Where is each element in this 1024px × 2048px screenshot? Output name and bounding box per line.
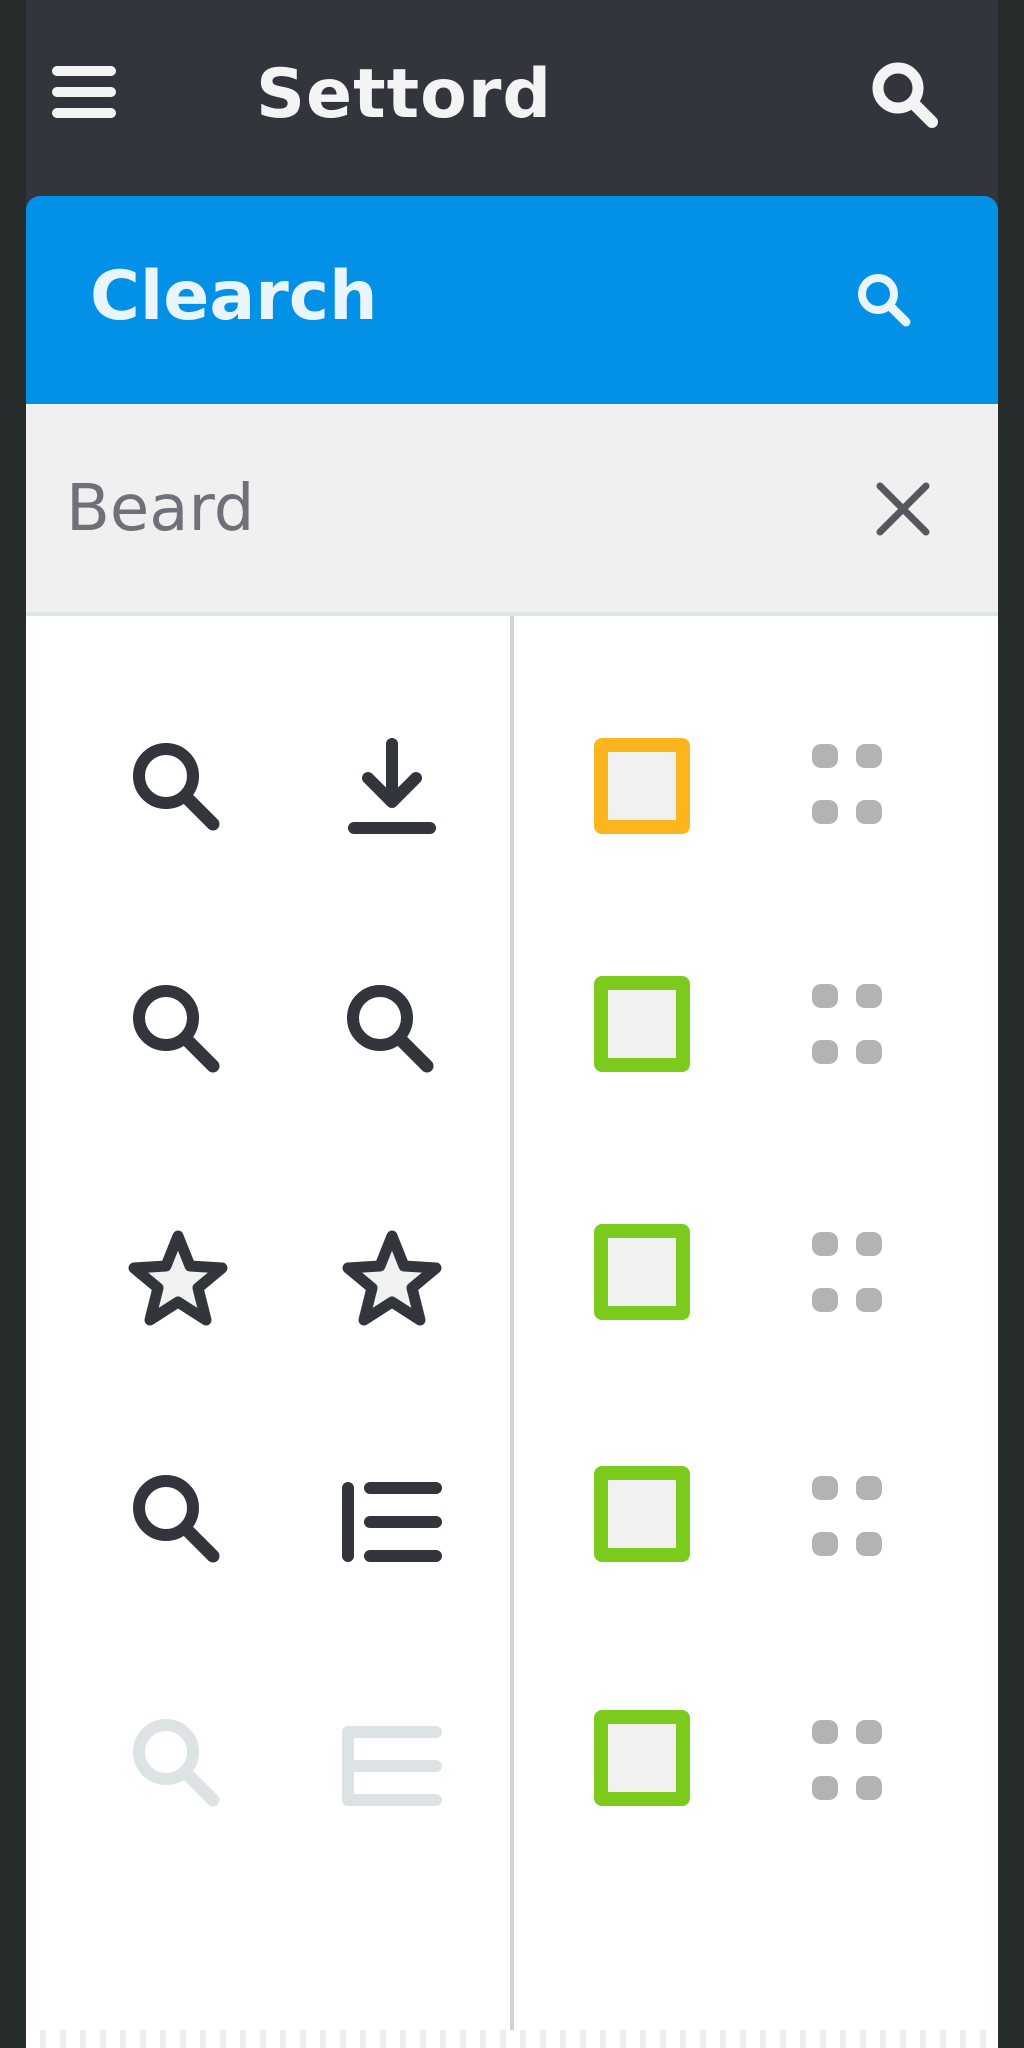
list-icon	[332, 1706, 452, 1826]
search-header: Clearch	[26, 196, 998, 404]
drag-handle-icon[interactable]	[812, 984, 892, 1064]
search-icon[interactable]	[118, 972, 238, 1092]
app-title: Settord	[256, 55, 553, 134]
search-icon[interactable]	[866, 56, 946, 136]
checkbox[interactable]	[594, 1224, 690, 1320]
close-icon[interactable]	[868, 474, 938, 544]
checkbox[interactable]	[594, 976, 690, 1072]
star-icon[interactable]	[118, 1222, 238, 1342]
menu-line	[52, 66, 116, 76]
search-icon[interactable]	[118, 1462, 238, 1582]
column-divider	[510, 616, 514, 2048]
search-icon	[118, 1706, 238, 1826]
icon-grid	[26, 616, 998, 2048]
drag-handle-icon[interactable]	[812, 1476, 892, 1556]
drag-handle-icon[interactable]	[812, 744, 892, 824]
hamburger-menu-icon[interactable]	[50, 62, 118, 122]
checkbox[interactable]	[594, 738, 690, 834]
top-app-bar: Settord	[26, 0, 998, 190]
search-header-title: Clearch	[90, 257, 378, 336]
search-input[interactable]: Beard	[26, 404, 998, 616]
app-window: Settord Clearch Beard	[26, 0, 998, 2048]
search-icon[interactable]	[118, 730, 238, 850]
checkbox[interactable]	[594, 1466, 690, 1562]
drag-handle-icon[interactable]	[812, 1232, 892, 1312]
menu-line	[52, 108, 116, 118]
drag-handle-icon[interactable]	[812, 1720, 892, 1800]
checkbox[interactable]	[594, 1710, 690, 1806]
bottom-edge	[26, 2030, 998, 2048]
search-input-value: Beard	[66, 472, 255, 546]
download-icon[interactable]	[332, 730, 452, 850]
list-icon[interactable]	[332, 1462, 452, 1582]
search-icon[interactable]	[332, 972, 452, 1092]
search-icon[interactable]	[852, 268, 916, 332]
menu-line	[52, 87, 116, 97]
star-icon[interactable]	[332, 1222, 452, 1342]
